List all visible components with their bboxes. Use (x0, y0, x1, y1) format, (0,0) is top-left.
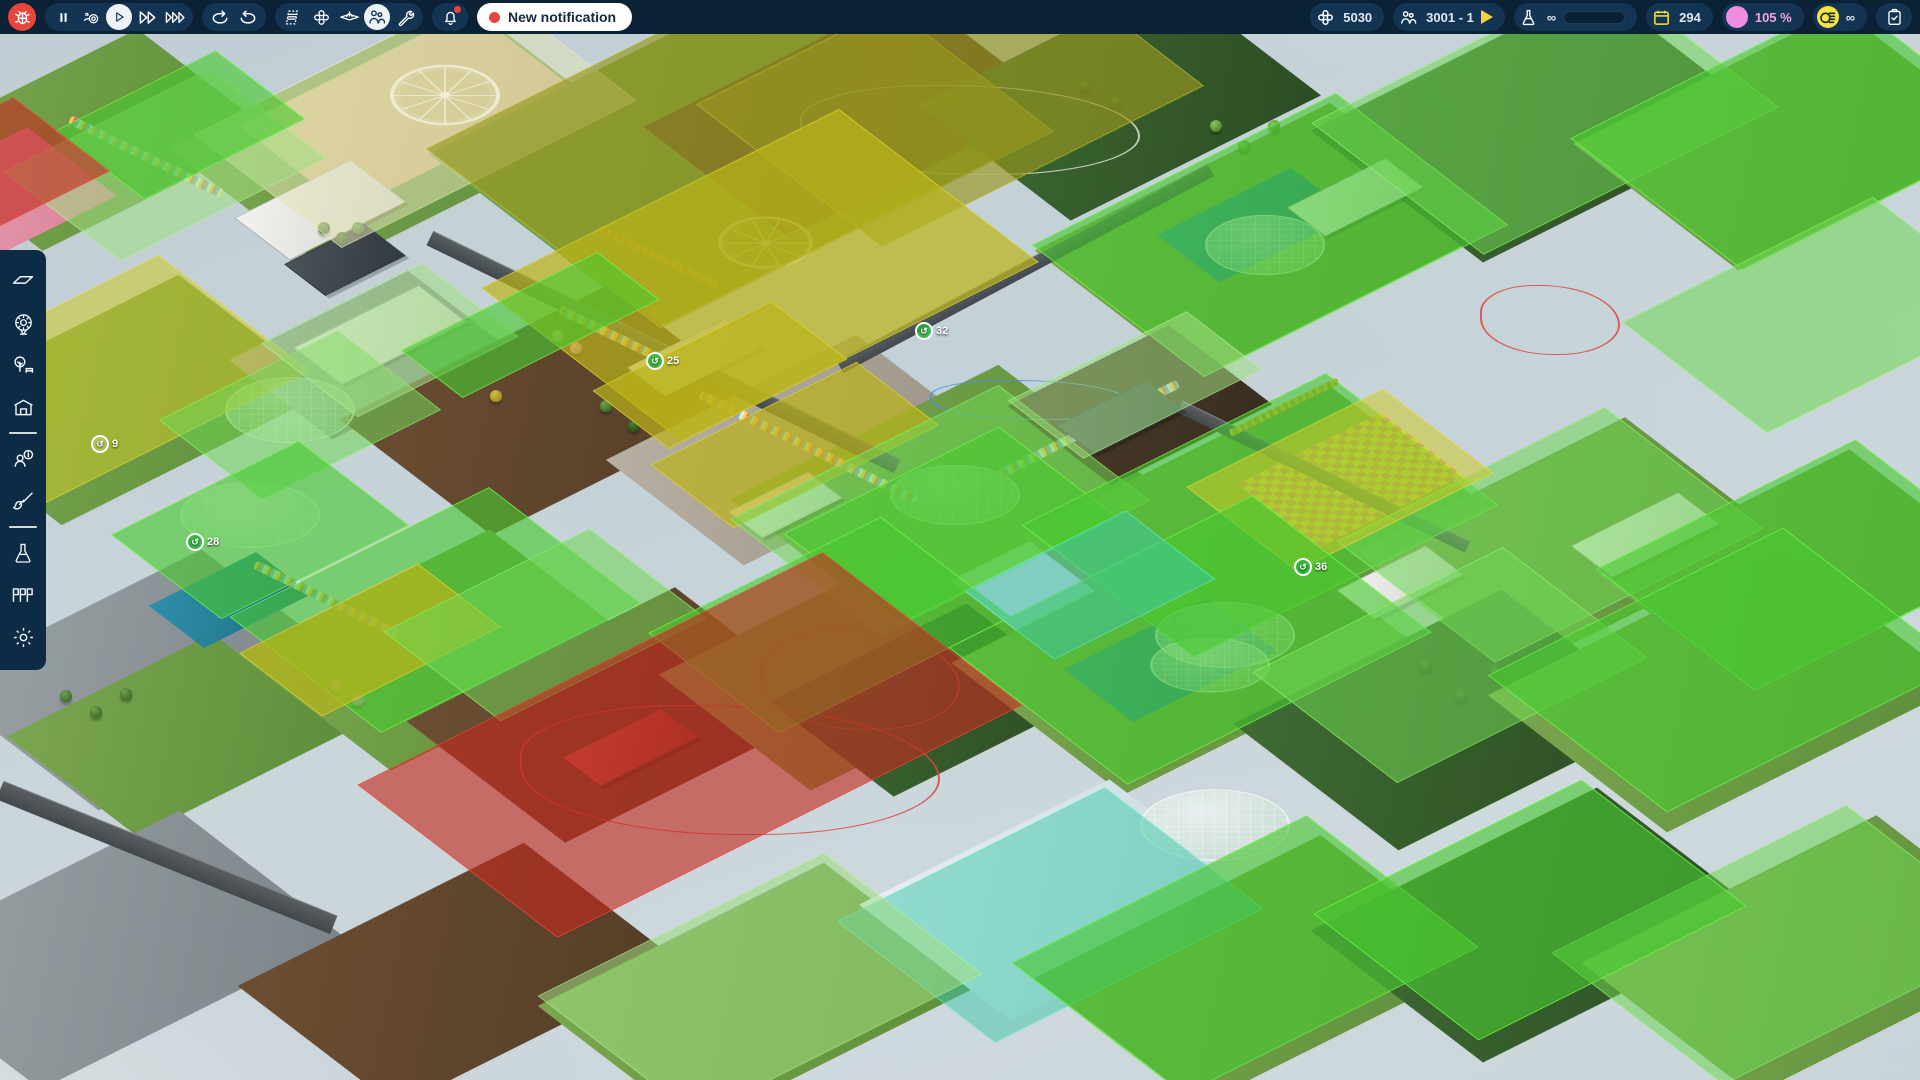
map-badge[interactable]: ↺ 32 (915, 322, 948, 340)
sidebar-item-shops[interactable] (2, 386, 44, 428)
speed-controls-group (45, 3, 193, 31)
map-badge-value: 9 (112, 438, 119, 450)
clipboard-button[interactable] (1881, 4, 1907, 30)
park-map-viewport[interactable]: ↺ 32 ↺ 25 ↺ 28 ↺ 36 ↺ 9 (0, 0, 1920, 1080)
fast-speed-button[interactable] (134, 4, 160, 30)
nature-rating-value: 5030 (1343, 9, 1373, 25)
toolbar-right-group: 5030 3001 - 1 ∞ 294 105 % ∞ (1310, 3, 1912, 31)
date-stat[interactable]: 294 (1646, 3, 1713, 31)
guest-play-button[interactable] (1480, 10, 1493, 24)
happiness-value: 105 % (1754, 9, 1792, 25)
notifications-group (432, 3, 468, 31)
map-badge-value: 25 (667, 355, 680, 367)
sidebar-item-scenery[interactable] (2, 344, 44, 386)
overlay-controls-group (275, 3, 423, 31)
top-toolbar: New notification 5030 3001 - 1 ∞ 294 105… (0, 0, 1920, 34)
badge-ring-icon: ↺ (91, 435, 109, 453)
badge-ring-icon: ↺ (186, 533, 204, 551)
date-value: 294 (1679, 9, 1701, 25)
guests-icon (1397, 6, 1419, 28)
objectives-group (1876, 3, 1912, 31)
flower-icon (1314, 6, 1336, 28)
notification-label: New notification (508, 9, 617, 25)
sidebar-divider (9, 432, 37, 434)
coins-icon (1816, 6, 1839, 28)
research-progress-bar (1563, 10, 1626, 24)
badge-ring-icon: ↺ (1294, 558, 1312, 576)
calendar-icon (1650, 6, 1672, 28)
history-controls-group (202, 3, 266, 31)
sidebar-divider (9, 526, 37, 528)
research-stat[interactable]: ∞ (1513, 3, 1638, 31)
guest-heatmap-button[interactable] (364, 4, 390, 30)
money-value: ∞ (1845, 9, 1855, 25)
sidebar-item-paths[interactable] (2, 260, 44, 302)
guest-count-value: 3001 - 1 (1426, 9, 1474, 25)
sidebar-item-paint[interactable] (2, 480, 44, 522)
sidebar-item-guests[interactable] (2, 438, 44, 480)
notification-badge-dot (453, 5, 462, 14)
map-badge-value: 36 (1315, 561, 1328, 573)
sidebar-item-statistics[interactable] (2, 574, 44, 616)
happiness-stat[interactable]: 105 % (1721, 3, 1804, 31)
new-notification-banner[interactable]: New notification (477, 3, 633, 31)
guest-count-stat[interactable]: 3001 - 1 (1393, 3, 1505, 31)
fastest-speed-button[interactable] (162, 4, 188, 30)
normal-speed-button[interactable] (106, 4, 132, 30)
map-badge[interactable]: ↺ 28 (186, 533, 219, 551)
nature-overlay-button[interactable] (308, 4, 334, 30)
build-sidebar (0, 250, 46, 670)
money-stat[interactable]: ∞ (1812, 3, 1867, 31)
sidebar-item-rides[interactable] (2, 302, 44, 344)
badge-ring-icon: ↺ (646, 352, 664, 370)
map-badge[interactable]: ↺ 36 (1294, 558, 1327, 576)
notification-dot-icon (489, 11, 500, 23)
sidebar-item-research[interactable] (2, 532, 44, 574)
map-badge[interactable]: ↺ 9 (91, 435, 118, 453)
undo-button[interactable] (207, 4, 233, 30)
bug-report-button[interactable] (8, 3, 36, 31)
slow-speed-button[interactable] (78, 4, 104, 30)
map-badge-value: 32 (936, 325, 949, 337)
notification-bell-button[interactable] (437, 4, 463, 30)
smiley-icon (1725, 6, 1748, 28)
terrain-overlay-button[interactable] (280, 4, 306, 30)
map-badge[interactable]: ↺ 25 (646, 352, 679, 370)
game-window: ↺ 32 ↺ 25 ↺ 28 ↺ 36 ↺ 9 New notification… (0, 0, 1920, 1080)
badge-ring-icon: ↺ (915, 322, 933, 340)
map-badge-value: 28 (207, 536, 220, 548)
toolbar-left-group: New notification (8, 3, 633, 31)
map-badge-layer: ↺ 32 ↺ 25 ↺ 28 ↺ 36 ↺ 9 (0, 0, 1920, 1080)
flask-icon (1518, 6, 1540, 28)
sidebar-item-settings[interactable] (2, 616, 44, 658)
mechanic-overlay-button[interactable] (392, 4, 418, 30)
scenery-overlay-button[interactable] (336, 4, 362, 30)
redo-button[interactable] (235, 4, 261, 30)
pause-button[interactable] (50, 4, 76, 30)
research-value: ∞ (1546, 9, 1557, 25)
nature-rating-stat[interactable]: 5030 (1310, 3, 1385, 31)
